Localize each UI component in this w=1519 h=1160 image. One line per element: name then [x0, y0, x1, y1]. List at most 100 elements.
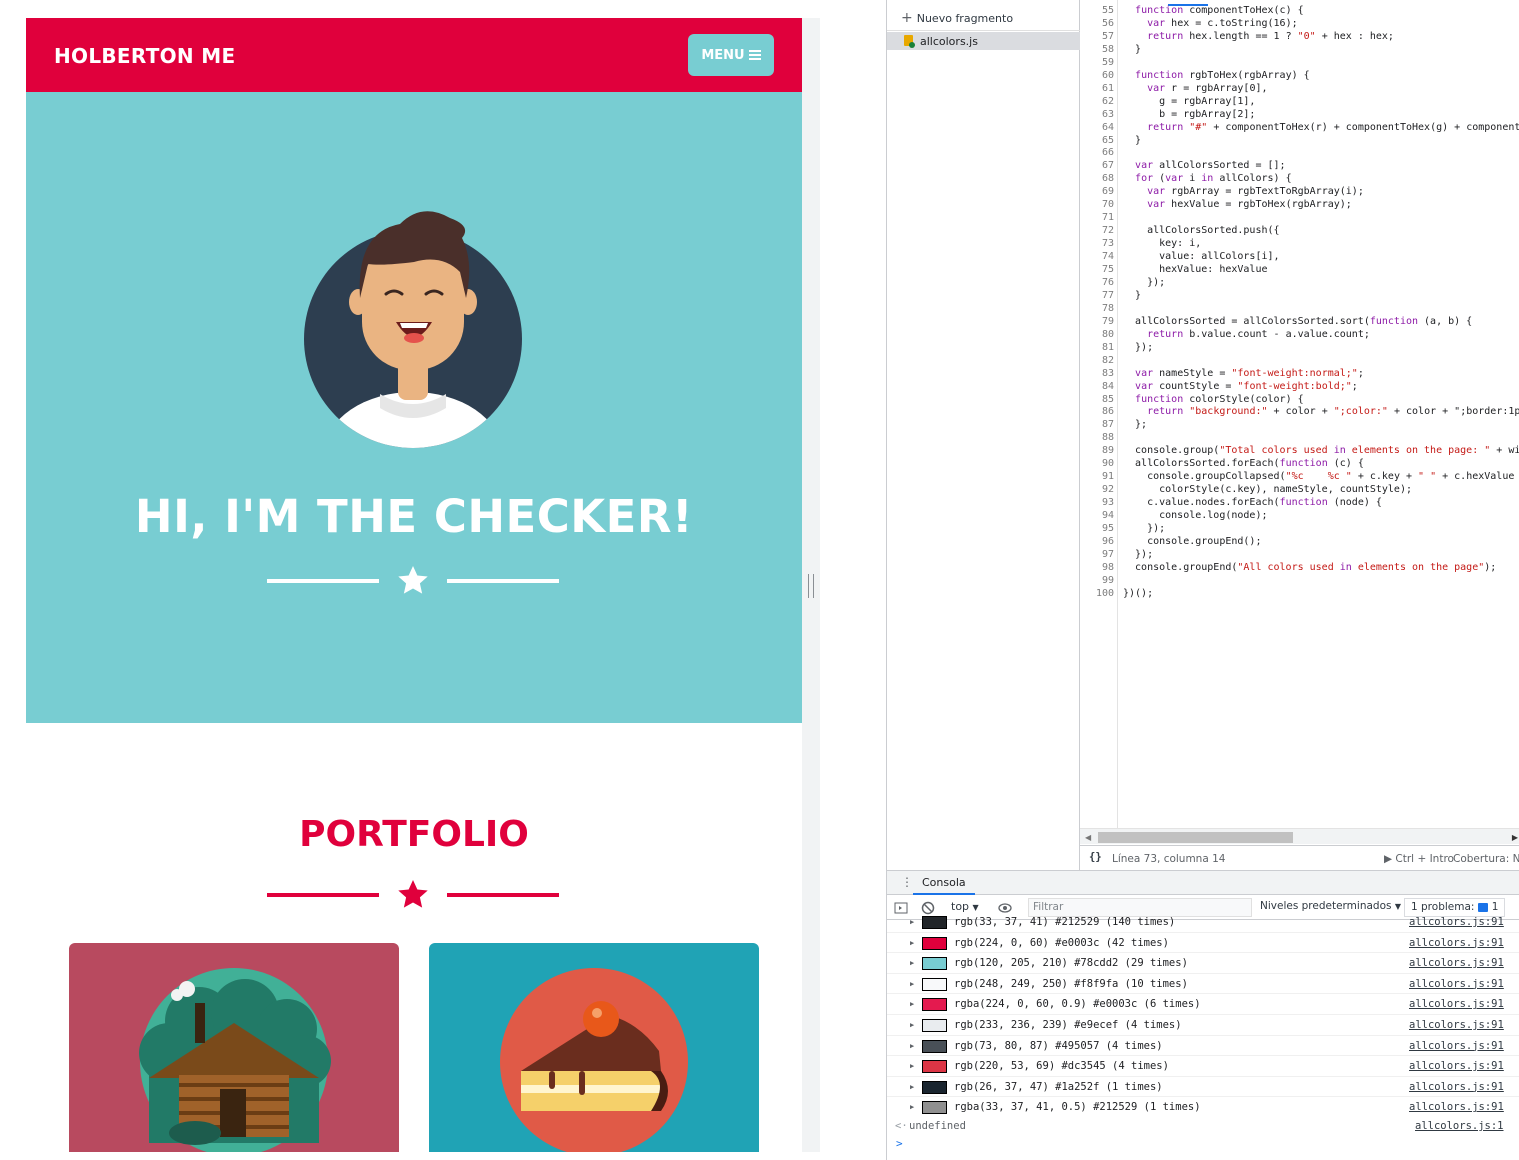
source-link[interactable]: allcolors.js:91 [1409, 916, 1504, 928]
console-group-row[interactable]: ▶ rgb(233, 236, 239) #e9ecef (4 times) all… [887, 1015, 1519, 1036]
color-usage-text: rgb(224, 0, 60) #e0003c (42 times) [954, 936, 1169, 949]
code-line: } [1123, 134, 1142, 146]
code-line: key: i, [1123, 238, 1202, 250]
result-source-link[interactable]: allcolors.js:1 [1415, 1120, 1504, 1132]
line-number: 96 [1101, 535, 1114, 547]
divider-line [267, 893, 379, 897]
scroll-right-icon[interactable]: ▶ [1512, 833, 1518, 842]
brand-logo-text[interactable]: HOLBERTON ME [54, 44, 235, 68]
more-options-icon[interactable]: ⋮ [901, 875, 913, 889]
prompt-chevron-icon: > [896, 1137, 903, 1150]
code-line: }); [1123, 276, 1166, 288]
line-number: 94 [1101, 510, 1114, 522]
expand-arrow-icon[interactable]: ▶ [910, 918, 914, 926]
code-line: var rgbArray = rgbTextToRgbArray(i); [1147, 186, 1364, 198]
code-line: hexValue: hexValue [1123, 264, 1268, 275]
line-number: 83 [1101, 367, 1114, 379]
source-link[interactable]: allcolors.js:91 [1409, 937, 1504, 949]
line-number: 98 [1101, 561, 1114, 573]
star-icon [398, 880, 428, 908]
console-group-row[interactable]: ▶ rgba(224, 0, 60, 0.9) #e0003c (6 times)… [887, 994, 1519, 1015]
result-value: undefined [909, 1120, 966, 1132]
code-editor[interactable]: 55 56 57 58 59 60 61 62 63 64 65 66 67 68 69 70 71 72 73 74… [1080, 0, 1519, 828]
pretty-print-icon[interactable]: {} [1089, 851, 1102, 863]
expand-arrow-icon[interactable]: ▶ [910, 1083, 914, 1091]
line-number: 92 [1101, 484, 1114, 496]
divider-line [267, 579, 379, 583]
console-group-row[interactable]: ▶ rgb(248, 249, 250) #f8f9fa (10 times) al… [887, 974, 1519, 995]
code-line: }); [1123, 523, 1166, 534]
color-usage-text: rgba(33, 37, 41, 0.5) #212529 (1 times) [954, 1101, 1201, 1114]
code-line: return b.value.count - a.value.count; [1147, 328, 1370, 340]
new-snippet-button[interactable]: + Nuevo fragmento [901, 10, 1013, 26]
line-number: 66 [1101, 147, 1114, 159]
source-link[interactable]: allcolors.js:91 [1409, 1040, 1504, 1052]
horizontal-scrollbar[interactable]: ◀ ▶ [1080, 828, 1519, 844]
portfolio-card-cabin[interactable] [69, 943, 399, 1152]
expand-arrow-icon[interactable]: ▶ [910, 1042, 914, 1050]
expand-arrow-icon[interactable]: ▶ [910, 959, 914, 967]
line-number: 63 [1101, 108, 1114, 120]
color-swatch [922, 998, 947, 1012]
dropdown-arrow-icon: ▼ [1394, 902, 1401, 911]
console-group-row[interactable]: ▶ rgb(33, 37, 41) #212529 (140 times) allc… [887, 912, 1519, 933]
console-messages: ▶ rgb(33, 37, 41) #212529 (140 times) allc… [887, 912, 1519, 1117]
portfolio-title: PORTFOLIO [299, 814, 529, 855]
line-number: 95 [1101, 523, 1114, 534]
divider-line [447, 579, 559, 583]
console-group-row[interactable]: ▶ rgba(33, 37, 41, 0.5) #212529 (1 times)… [887, 1097, 1519, 1117]
source-link[interactable]: allcolors.js:91 [1409, 998, 1504, 1010]
color-usage-text: rgb(120, 205, 210) #78cdd2 (29 times) [954, 957, 1188, 970]
source-link[interactable]: allcolors.js:91 [1409, 1060, 1504, 1072]
run-snippet-button[interactable]: ▶ Ctrl + Intro [1384, 853, 1454, 865]
line-number: 65 [1101, 134, 1114, 146]
expand-arrow-icon[interactable]: ▶ [910, 1103, 914, 1111]
tab-console[interactable]: Consola [913, 871, 975, 895]
line-number: 58 [1101, 43, 1114, 55]
expand-arrow-icon[interactable]: ▶ [910, 1000, 914, 1008]
line-number: 67 [1101, 160, 1114, 172]
resize-handle[interactable] [808, 574, 814, 598]
expand-arrow-icon[interactable]: ▶ [910, 1021, 914, 1029]
source-link[interactable]: allcolors.js:91 [1409, 978, 1504, 990]
code-line: allColorsSorted.forEach(function (c) { [1123, 458, 1364, 470]
console-group-row[interactable]: ▶ rgb(220, 53, 69) #dc3545 (4 times) allco… [887, 1056, 1519, 1077]
code-line: } [1123, 289, 1142, 301]
expand-arrow-icon[interactable]: ▶ [910, 1062, 914, 1070]
source-link[interactable]: allcolors.js:91 [1409, 1019, 1504, 1031]
console-result: <· undefined allcolors.js:1 [887, 1119, 1519, 1135]
code-line: }; [1123, 419, 1148, 431]
line-number: 84 [1101, 380, 1114, 392]
console-group-row[interactable]: ▶ rgb(120, 205, 210) #78cdd2 (29 times) al… [887, 953, 1519, 974]
log-cabin-icon [139, 968, 331, 1152]
line-number: 56 [1101, 17, 1114, 29]
console-group-row[interactable]: ▶ rgb(73, 80, 87) #495057 (4 times) allcol… [887, 1036, 1519, 1057]
expand-arrow-icon[interactable]: ▶ [910, 980, 914, 988]
line-number: 97 [1101, 548, 1114, 560]
scrollbar-thumb[interactable] [1098, 832, 1293, 843]
scroll-left-icon[interactable]: ◀ [1085, 833, 1091, 842]
code-line: function rgbToHex(rgbArray) { [1135, 69, 1310, 81]
line-number: 99 [1101, 574, 1114, 586]
line-number: 82 [1101, 354, 1114, 366]
portfolio-card-cake[interactable] [429, 943, 759, 1152]
line-number: 60 [1101, 69, 1114, 81]
source-link[interactable]: allcolors.js:91 [1409, 1081, 1504, 1093]
color-swatch [922, 1080, 947, 1094]
menu-button[interactable]: MENU [688, 34, 774, 76]
console-group-row[interactable]: ▶ rgb(224, 0, 60) #e0003c (42 times) allco… [887, 933, 1519, 954]
log-levels-dropdown[interactable]: Niveles predeterminados ▼ [1260, 900, 1401, 912]
line-number: 90 [1101, 458, 1114, 470]
console-group-row[interactable]: ▶ rgb(26, 37, 47) #1a252f (1 times) allcol… [887, 1077, 1519, 1098]
snippet-file-name: allcolors.js [920, 35, 978, 48]
hamburger-icon [748, 50, 761, 60]
console-prompt[interactable]: > [887, 1137, 1519, 1153]
snippet-file-item[interactable]: allcolors.js [887, 32, 1080, 50]
code-line: console.groupEnd(); [1123, 535, 1262, 547]
source-link[interactable]: allcolors.js:91 [1409, 1101, 1504, 1113]
expand-arrow-icon[interactable]: ▶ [910, 939, 914, 947]
source-link[interactable]: allcolors.js:91 [1409, 957, 1504, 969]
code-line: var countStyle = "font-weight:bold;"; [1135, 380, 1358, 392]
log-levels-label: Niveles predeterminados [1260, 900, 1392, 912]
code-line: } [1123, 43, 1142, 55]
